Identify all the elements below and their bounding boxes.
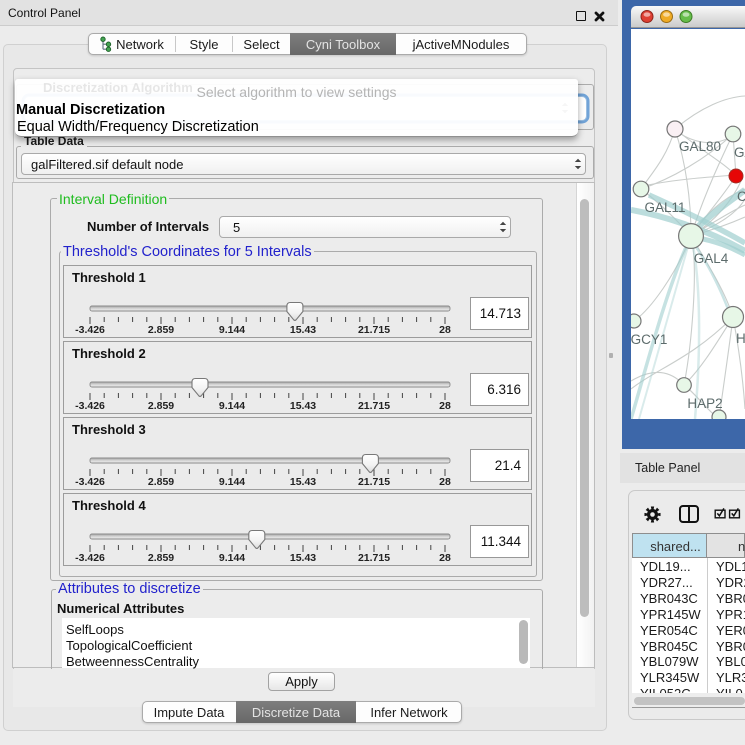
svg-text:GAL80: GAL80	[679, 139, 721, 154]
svg-text:H: H	[736, 331, 745, 346]
svg-text:GA: GA	[734, 145, 745, 160]
svg-text:GAL11: GAL11	[644, 200, 685, 215]
svg-text:C: C	[737, 189, 745, 204]
svg-text:HAP2: HAP2	[687, 396, 722, 411]
svg-text:GCY1: GCY1	[631, 332, 667, 347]
svg-text:GAL4: GAL4	[694, 251, 729, 266]
